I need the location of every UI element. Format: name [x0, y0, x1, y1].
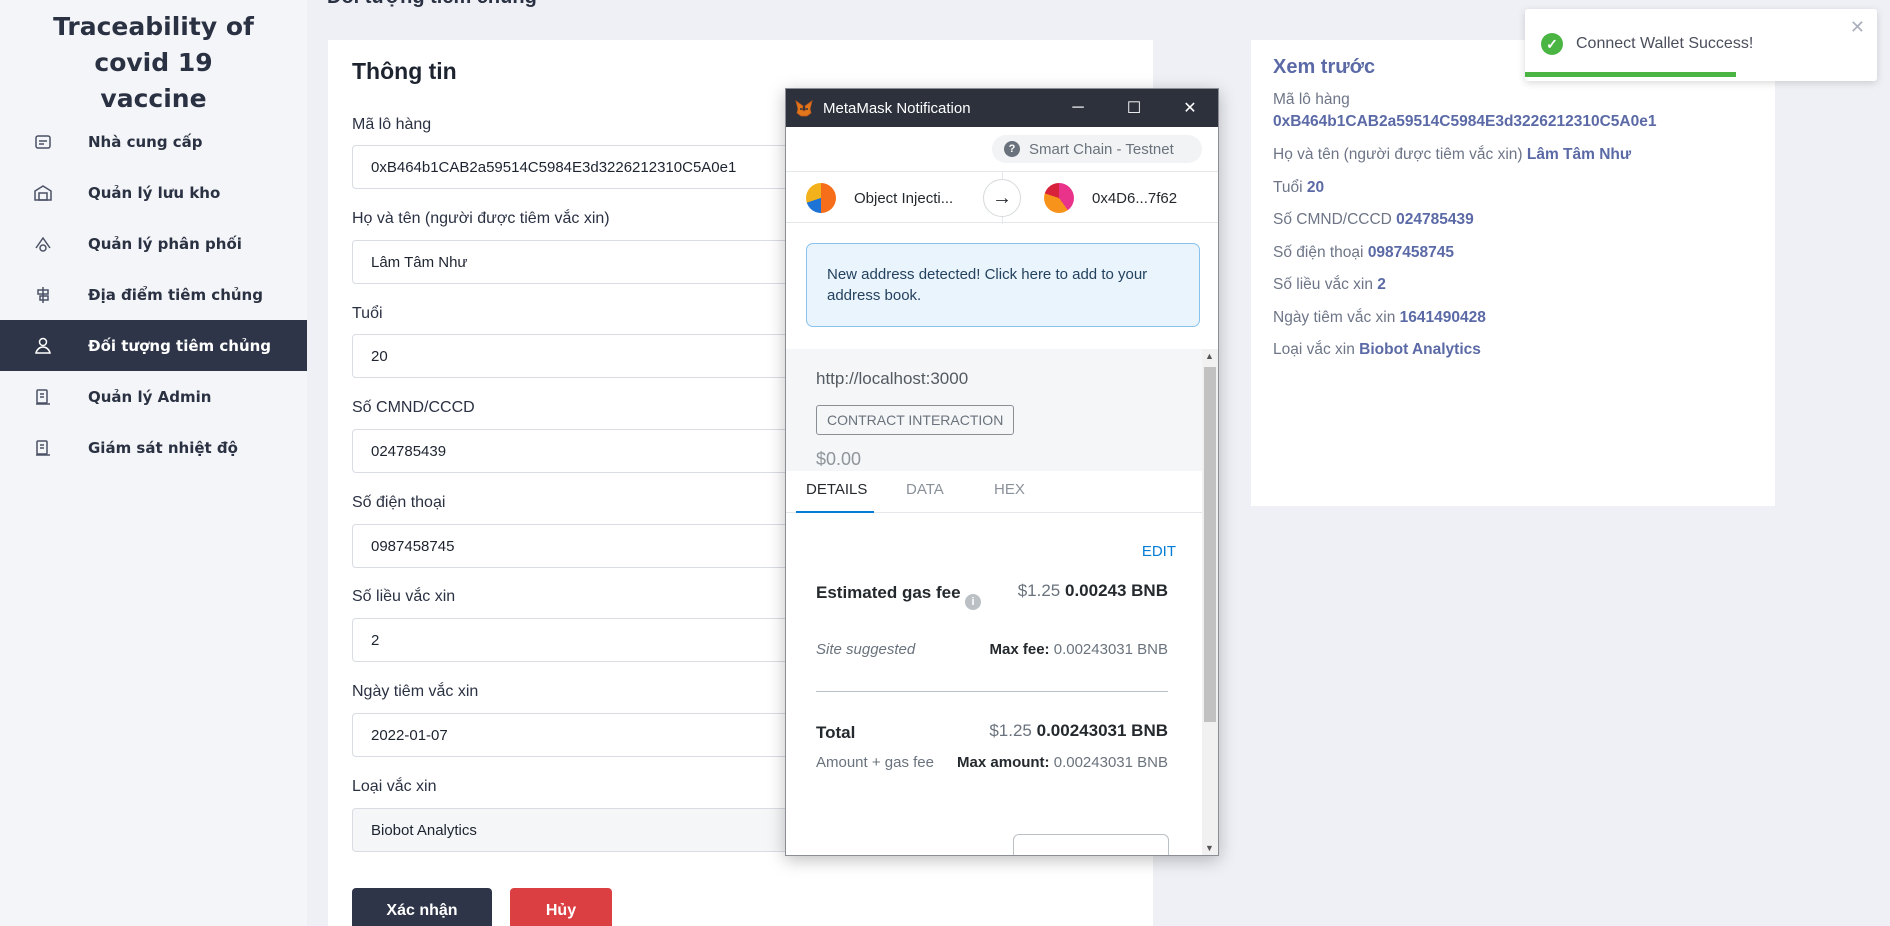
metamask-titlebar: MetaMask Notification ─ ☐ ✕ [786, 89, 1218, 127]
page-title: Đối tượng tiêm chủng [327, 0, 537, 9]
amount-gas-fee-label: Amount + gas fee [816, 754, 934, 771]
edit-gas-link[interactable]: EDIT [1142, 543, 1176, 560]
preview-row: Tuổi 20 [1273, 178, 1325, 196]
close-window-icon[interactable]: ✕ [1162, 89, 1218, 127]
metamask-window: MetaMask Notification ─ ☐ ✕ ? Smart Chai… [785, 88, 1219, 856]
vaccination-date-label: Ngày tiêm vắc xin [352, 683, 479, 700]
id-number-label: Số CMND/CCCD [352, 399, 475, 416]
toast-message: Connect Wallet Success! [1576, 35, 1754, 52]
transaction-origin: http://localhost:3000 CONTRACT INTERACTI… [786, 349, 1202, 471]
network-selector[interactable]: ? Smart Chain - Testnet [992, 135, 1202, 163]
age-label: Tuổi [352, 305, 383, 322]
scrollbar[interactable]: ▲ ▼ [1202, 349, 1218, 855]
preview-row: Số điện thoại 0987458745 [1273, 243, 1455, 261]
active-tab-indicator [796, 511, 874, 513]
sidebar-item-warehouse[interactable]: Quản lý lưu kho [0, 167, 307, 218]
sidebar-item-location[interactable]: Địa điểm tiêm chủng [0, 269, 307, 320]
close-icon[interactable]: ✕ [1850, 17, 1865, 38]
sidebar-item-distribution[interactable]: Quản lý phân phối [0, 218, 307, 269]
site-suggested-label: Site suggested [816, 641, 916, 658]
form-title: Thông tin [352, 58, 457, 84]
reject-button[interactable] [1013, 834, 1169, 855]
preview-card: Xem trước Mã lô hàng 0xB464b1CAB2a59514C… [1251, 40, 1775, 506]
to-account-address: 0x4D6...7f62 [1092, 189, 1178, 207]
full-name-label: Họ và tên (người được tiêm vắc xin) [352, 210, 610, 227]
sidebar-item-temperature[interactable]: Giám sát nhiệt độ [0, 422, 307, 473]
supplier-icon [33, 132, 53, 152]
to-account[interactable]: 0x4D6...7f62 [1044, 172, 1177, 224]
preview-row: Số liều vắc xin 2 [1273, 276, 1386, 293]
confirm-button[interactable]: Xác nhận [352, 888, 492, 926]
location-icon [33, 285, 53, 305]
maximize-icon[interactable]: ☐ [1106, 89, 1162, 127]
sidebar-item-label: Giám sát nhiệt độ [88, 438, 238, 457]
info-icon[interactable]: i [965, 594, 981, 610]
preview-batch-value: 0xB464b1CAB2a59514C5984E3d3226212310C5A0… [1273, 113, 1657, 130]
sidebar-nav: Nhà cung cấp Quản lý lưu kho Quản lý phâ… [0, 116, 307, 473]
sidebar-item-label: Quản lý phân phối [88, 234, 242, 253]
avatar [806, 183, 836, 213]
metamask-window-title: MetaMask Notification [823, 99, 971, 117]
origin-url: http://localhost:3000 [816, 369, 969, 388]
total-value: $1.25 0.00243031 BNB [989, 721, 1168, 740]
divider [816, 691, 1168, 692]
dose-count-label: Số liều vắc xin [352, 588, 456, 605]
metamask-fox-icon [794, 98, 814, 118]
estimated-gas-fee-label: Estimated gas fee [816, 583, 961, 602]
total-label: Total [816, 723, 856, 742]
tab-data[interactable]: DATA [906, 481, 944, 498]
sidebar-item-label: Quản lý Admin [88, 387, 212, 406]
scrollbar-thumb[interactable] [1204, 367, 1216, 722]
thermometer-icon [33, 438, 53, 458]
preview-row: Ngày tiêm vắc xin 1641490428 [1273, 308, 1486, 326]
from-account[interactable]: Object Injecti... [806, 172, 953, 224]
transaction-tabs: DETAILS DATA HEX [786, 471, 1202, 513]
sidebar-item-label: Nhà cung cấp [88, 132, 203, 151]
minimize-icon[interactable]: ─ [1050, 89, 1106, 127]
success-toast: ✓ Connect Wallet Success! ✕ [1525, 9, 1877, 81]
sidebar-item-label: Quản lý lưu kho [88, 183, 221, 202]
tab-hex[interactable]: HEX [994, 481, 1025, 498]
sidebar-item-admin[interactable]: Quản lý Admin [0, 371, 307, 422]
avatar [1044, 183, 1074, 213]
arrow-right-icon: → [983, 179, 1021, 217]
preview-batch-label: Mã lô hàng [1273, 91, 1350, 108]
new-address-alert[interactable]: New address detected! Click here to add … [806, 243, 1200, 327]
preview-row: Họ và tên (người được tiêm vắc xin) Lâm … [1273, 146, 1632, 163]
scroll-up-icon[interactable]: ▲ [1205, 351, 1214, 361]
question-icon: ? [1004, 141, 1020, 157]
preview-row: Số CMND/CCCD 024785439 [1273, 211, 1474, 228]
sidebar-item-label: Đối tượng tiêm chủng [88, 336, 272, 355]
vaccine-type-label: Loại vắc xin [352, 778, 437, 795]
toast-progress-bar [1525, 72, 1737, 77]
person-icon [33, 336, 53, 356]
check-circle-icon: ✓ [1541, 33, 1563, 55]
warehouse-icon [33, 183, 53, 203]
gas-fee-value: $1.25 0.00243 BNB [1017, 581, 1168, 600]
batch-code-label: Mã lô hàng [352, 116, 432, 133]
cancel-button[interactable]: Hủy [510, 888, 612, 926]
sidebar-item-supplier[interactable]: Nhà cung cấp [0, 116, 307, 167]
max-amount: Max amount: 0.00243031 BNB [957, 754, 1168, 771]
scroll-down-icon[interactable]: ▼ [1205, 843, 1214, 853]
contract-interaction-badge: CONTRACT INTERACTION [816, 405, 1015, 435]
tab-details[interactable]: DETAILS [806, 481, 867, 498]
sidebar-item-vaccination-subject[interactable]: Đối tượng tiêm chủng [0, 320, 307, 371]
account-transfer-row: Object Injecti... → 0x4D6...7f62 [786, 171, 1218, 224]
sidebar-item-label: Địa điểm tiêm chủng [88, 285, 263, 304]
phone-label: Số điện thoại [352, 494, 446, 511]
admin-icon [33, 387, 53, 407]
network-name: Smart Chain - Testnet [1029, 140, 1174, 158]
max-fee: Max fee: 0.00243031 BNB [989, 641, 1168, 658]
preview-row: Loại vắc xin Biobot Analytics [1273, 341, 1481, 358]
sidebar: Traceability of covid 19 vaccine Nhà cun… [0, 0, 307, 926]
transaction-amount: $0.00 [816, 449, 862, 469]
from-account-name: Object Injecti... [854, 189, 954, 207]
distribution-icon [33, 234, 53, 254]
brand-title: Traceability of covid 19 vaccine [53, 12, 254, 113]
